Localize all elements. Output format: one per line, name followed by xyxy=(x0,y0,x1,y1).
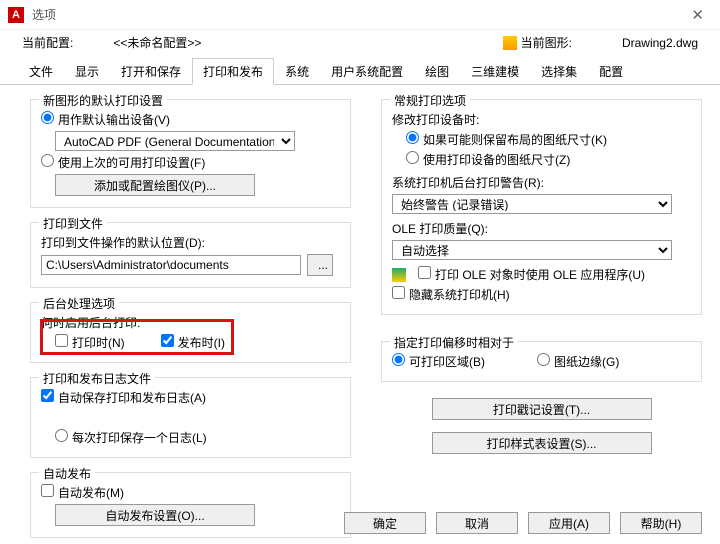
radio-per-plot-log[interactable]: 每次打印保存一个日志(L) xyxy=(55,429,207,446)
group-title: 新图形的默认打印设置 xyxy=(39,92,167,109)
when-enable-label: 何时启用后台打印: xyxy=(41,314,140,331)
plot-style-button[interactable]: 打印样式表设置(S)... xyxy=(432,432,652,454)
tab-selection[interactable]: 选择集 xyxy=(530,58,588,85)
auto-publish-settings-button[interactable]: 自动发布设置(O)... xyxy=(55,504,255,526)
check-hide-printers[interactable]: 隐藏系统打印机(H) xyxy=(392,286,510,303)
default-location-label: 打印到文件操作的默认位置(D): xyxy=(41,234,205,251)
tab-user-prefs[interactable]: 用户系统配置 xyxy=(320,58,414,85)
group-auto-publish: 自动发布 自动发布(M) 自动发布设置(O)... xyxy=(30,472,351,538)
spool-alert-select[interactable]: 始终警告 (记录错误) xyxy=(392,194,672,214)
group-plot-to-file: 打印到文件 打印到文件操作的默认位置(D): ... xyxy=(30,222,351,288)
tab-print-publish[interactable]: 打印和发布 xyxy=(192,58,274,85)
current-profile: <<未命名配置>> xyxy=(113,34,201,51)
group-title: 常规打印选项 xyxy=(390,92,470,109)
ok-button[interactable]: 确定 xyxy=(344,512,426,534)
radio-paper-edge[interactable]: 图纸边缘(G) xyxy=(537,353,619,370)
check-auto-save-log[interactable]: 自动保存打印和发布日志(A) xyxy=(41,389,206,406)
group-background: 后台处理选项 何时启用后台打印: 打印时(N) 发布时(I) xyxy=(30,302,351,363)
tab-system[interactable]: 系统 xyxy=(274,58,320,85)
group-log: 打印和发布日志文件 自动保存打印和发布日志(A) 保存一个连续打印日志(C) 每… xyxy=(30,377,351,458)
group-title: 打印和发布日志文件 xyxy=(39,370,155,387)
tabs: 文件 显示 打开和保存 打印和发布 系统 用户系统配置 绘图 三维建模 选择集 … xyxy=(0,57,720,85)
group-title: 指定打印偏移时相对于 xyxy=(390,334,518,351)
current-drawing: Drawing2.dwg xyxy=(622,36,698,50)
path-input[interactable] xyxy=(41,255,301,275)
radio-printable-area[interactable]: 可打印区域(B) xyxy=(392,353,485,370)
tab-3d[interactable]: 三维建模 xyxy=(460,58,530,85)
ole-quality-select[interactable]: 自动选择 xyxy=(392,240,672,260)
apply-button[interactable]: 应用(A) xyxy=(528,512,610,534)
drawing-icon xyxy=(503,36,517,50)
radio-last-settings[interactable]: 使用上次的可用打印设置(F) xyxy=(41,154,205,171)
add-plotter-button[interactable]: 添加或配置绘图仪(P)... xyxy=(55,174,255,196)
window-title: 选项 xyxy=(32,6,683,23)
tab-profiles[interactable]: 配置 xyxy=(588,58,634,85)
plot-stamp-button[interactable]: 打印戳记设置(T)... xyxy=(432,398,652,420)
tab-drafting[interactable]: 绘图 xyxy=(414,58,460,85)
cancel-button[interactable]: 取消 xyxy=(436,512,518,534)
radio-device-size[interactable]: 使用打印设备的图纸尺寸(Z) xyxy=(406,151,570,168)
spool-alert-label: 系统打印机后台打印警告(R): xyxy=(392,174,544,191)
group-title: 打印到文件 xyxy=(39,215,107,232)
group-plot-offset: 指定打印偏移时相对于 可打印区域(B) 图纸边缘(G) xyxy=(381,341,702,382)
tab-files[interactable]: 文件 xyxy=(18,58,64,85)
browse-button[interactable]: ... xyxy=(307,254,333,276)
group-title: 后台处理选项 xyxy=(39,295,119,312)
tab-open-save[interactable]: 打开和保存 xyxy=(110,58,192,85)
app-logo: A xyxy=(8,7,24,23)
check-publishing[interactable]: 发布时(I) xyxy=(161,334,225,351)
check-plotting[interactable]: 打印时(N) xyxy=(55,334,125,351)
device-select[interactable]: AutoCAD PDF (General Documentation).p xyxy=(55,131,295,151)
current-profile-label: 当前配置: xyxy=(22,34,73,51)
current-drawing-label: 当前图形: xyxy=(521,34,572,51)
check-auto-publish[interactable]: 自动发布(M) xyxy=(41,484,124,501)
ole-quality-label: OLE 打印质量(Q): xyxy=(392,220,488,237)
tab-display[interactable]: 显示 xyxy=(64,58,110,85)
group-title: 自动发布 xyxy=(39,465,95,482)
group-general-plot: 常规打印选项 修改打印设备时: 如果可能则保留布局的图纸尺寸(K) 使用打印设备… xyxy=(381,99,702,315)
radio-default-device[interactable]: 用作默认输出设备(V) xyxy=(41,111,170,128)
modify-device-label: 修改打印设备时: xyxy=(392,111,479,128)
radio-keep-size[interactable]: 如果可能则保留布局的图纸尺寸(K) xyxy=(406,131,607,148)
help-button[interactable]: 帮助(H) xyxy=(620,512,702,534)
group-default-plot: 新图形的默认打印设置 用作默认输出设备(V) AutoCAD PDF (Gene… xyxy=(30,99,351,208)
ole-icon xyxy=(392,268,406,282)
check-ole-app[interactable]: 打印 OLE 对象时使用 OLE 应用程序(U) xyxy=(418,266,645,283)
close-icon[interactable]: ✕ xyxy=(683,6,712,24)
